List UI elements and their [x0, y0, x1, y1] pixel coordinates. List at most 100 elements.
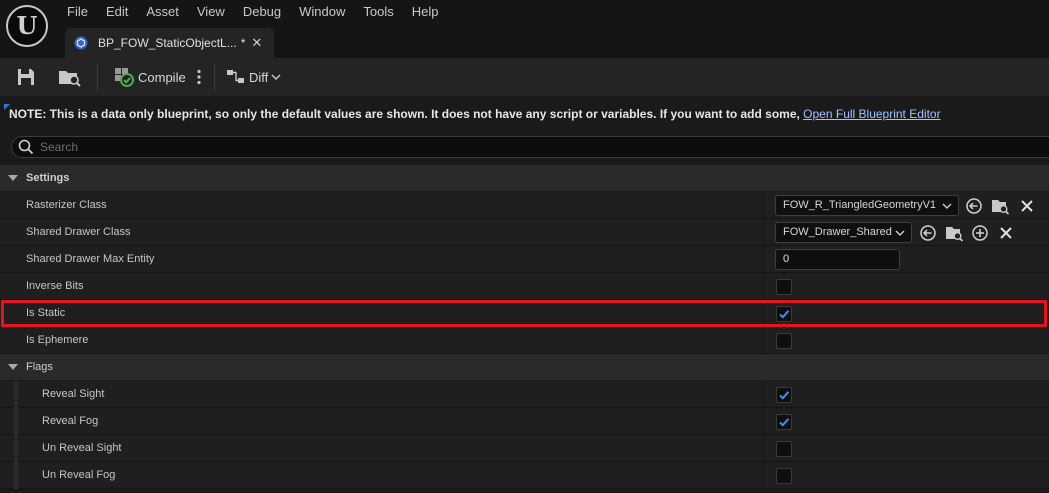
open-full-blueprint-editor-link[interactable]: Open Full Blueprint Editor: [803, 107, 940, 121]
inverse-bits-checkbox[interactable]: [776, 279, 792, 295]
menu-bar: File Edit Asset View Debug Window Tools …: [58, 0, 448, 24]
category-label: Flags: [26, 361, 53, 373]
category-settings[interactable]: Settings: [0, 165, 1049, 192]
property-un-reveal-sight: Un Reveal Sight: [0, 435, 1049, 462]
save-button[interactable]: [16, 66, 36, 88]
menu-debug[interactable]: Debug: [234, 0, 290, 24]
property-reveal-fog: Reveal Fog: [0, 408, 1049, 435]
browse-asset-icon[interactable]: [945, 224, 963, 242]
chevron-down-icon: [271, 74, 281, 81]
menu-file[interactable]: File: [58, 0, 97, 24]
property-label: Rasterizer Class: [26, 199, 107, 211]
use-selected-icon[interactable]: [965, 197, 983, 215]
title-bar: U File Edit Asset View Debug Window Tool…: [0, 0, 1049, 58]
menu-asset[interactable]: Asset: [137, 0, 188, 24]
column-divider[interactable]: [763, 246, 764, 273]
property-label: Reveal Fog: [42, 415, 99, 427]
browse-asset-icon[interactable]: [991, 197, 1009, 215]
is-static-checkbox[interactable]: [776, 306, 792, 322]
property-label: Shared Drawer Max Entity: [26, 253, 155, 265]
unreal-logo-glyph: U: [16, 11, 38, 40]
unreal-logo[interactable]: U: [6, 5, 48, 47]
more-vertical-icon: [197, 69, 201, 85]
diff-label: Diff: [249, 69, 269, 85]
use-selected-icon[interactable]: [919, 224, 937, 242]
search-icon: [18, 139, 34, 155]
property-un-reveal-fog: Un Reveal Fog: [0, 462, 1049, 489]
property-inverse-bits: Inverse Bits: [0, 273, 1049, 300]
document-tab[interactable]: BP_FOW_StaticObjectL... * ✕: [65, 28, 274, 58]
rasterizer-class-dropdown[interactable]: FOW_R_TriangledGeometryV1: [775, 195, 959, 216]
property-label: Is Ephemere: [26, 334, 89, 346]
collapse-arrow-icon[interactable]: [8, 175, 18, 181]
menu-view[interactable]: View: [188, 0, 234, 24]
save-icon: [18, 69, 34, 85]
collapse-arrow-icon[interactable]: [8, 364, 18, 370]
note-text: NOTE: This is a data only blueprint, so …: [9, 107, 804, 121]
details-panel: NOTE: This is a data only blueprint, so …: [0, 96, 1049, 493]
un-reveal-sight-checkbox[interactable]: [776, 441, 792, 457]
checkmark-icon: [779, 310, 790, 319]
dropdown-value: FOW_Drawer_Shared: [783, 226, 892, 238]
column-divider[interactable]: [763, 381, 764, 408]
property-label: Inverse Bits: [26, 280, 84, 292]
property-label: Un Reveal Fog: [42, 469, 116, 481]
max-entity-number-field[interactable]: 0: [775, 249, 900, 270]
diff-button[interactable]: Diff: [227, 66, 281, 88]
column-divider[interactable]: [763, 435, 764, 462]
indent-guide: [14, 408, 18, 435]
is-ephemere-checkbox[interactable]: [776, 333, 792, 349]
dropdown-value: FOW_R_TriangledGeometryV1: [783, 199, 937, 211]
property-shared-drawer-class: Shared Drawer Class FOW_Drawer_Shared: [0, 219, 1049, 246]
property-is-static: Is Static: [0, 300, 1049, 327]
column-divider[interactable]: [763, 192, 764, 219]
diff-icon: [227, 70, 244, 83]
menu-help[interactable]: Help: [403, 0, 448, 24]
property-reveal-sight: Reveal Sight: [0, 381, 1049, 408]
toolbar: Compile Diff: [0, 58, 1049, 96]
shared-drawer-class-dropdown[interactable]: FOW_Drawer_Shared: [775, 222, 912, 243]
un-reveal-fog-checkbox[interactable]: [776, 468, 792, 484]
property-label: Reveal Sight: [42, 388, 105, 400]
checkmark-icon: [779, 391, 790, 400]
column-divider[interactable]: [763, 408, 764, 435]
folder-search-icon: [59, 71, 81, 87]
indent-guide: [14, 381, 18, 408]
menu-tools[interactable]: Tools: [354, 0, 402, 24]
property-label: Shared Drawer Class: [26, 226, 131, 238]
compile-options-button[interactable]: [196, 66, 202, 88]
reveal-sight-checkbox[interactable]: [776, 387, 792, 403]
property-rasterizer-class: Rasterizer Class FOW_R_TriangledGeometry…: [0, 192, 1049, 219]
add-new-icon[interactable]: [971, 224, 989, 242]
indent-guide: [14, 462, 18, 489]
column-divider[interactable]: [763, 219, 764, 246]
clear-icon[interactable]: [997, 224, 1015, 242]
toolbar-divider: [214, 64, 215, 90]
clear-icon[interactable]: [1018, 197, 1036, 215]
tab-title: BP_FOW_StaticObjectL...: [98, 36, 237, 50]
search-box[interactable]: [11, 136, 1049, 158]
details-list: Settings Rasterizer Class FOW_R_Triangle…: [0, 165, 1049, 489]
property-shared-drawer-max-entity: Shared Drawer Max Entity 0: [0, 246, 1049, 273]
property-label: Is Static: [26, 307, 66, 319]
property-label: Un Reveal Sight: [42, 442, 122, 454]
compile-success-icon: [115, 68, 134, 87]
unsaved-marker: *: [240, 36, 246, 50]
compile-label: Compile: [138, 69, 186, 85]
tab-close-button[interactable]: ✕: [251, 35, 262, 51]
column-divider[interactable]: [763, 327, 764, 354]
checkmark-icon: [779, 418, 790, 427]
category-label: Settings: [26, 172, 70, 184]
menu-window[interactable]: Window: [290, 0, 354, 24]
reveal-fog-checkbox[interactable]: [776, 414, 792, 430]
menu-edit[interactable]: Edit: [97, 0, 137, 24]
column-divider[interactable]: [763, 300, 764, 327]
data-only-note: NOTE: This is a data only blueprint, so …: [4, 104, 1049, 126]
search-input[interactable]: [40, 140, 940, 154]
column-divider[interactable]: [763, 273, 764, 300]
chevron-down-icon: [942, 203, 952, 210]
browse-button[interactable]: [58, 66, 82, 88]
category-flags[interactable]: Flags: [0, 354, 1049, 381]
column-divider[interactable]: [763, 462, 764, 489]
compile-button[interactable]: Compile: [114, 66, 186, 88]
